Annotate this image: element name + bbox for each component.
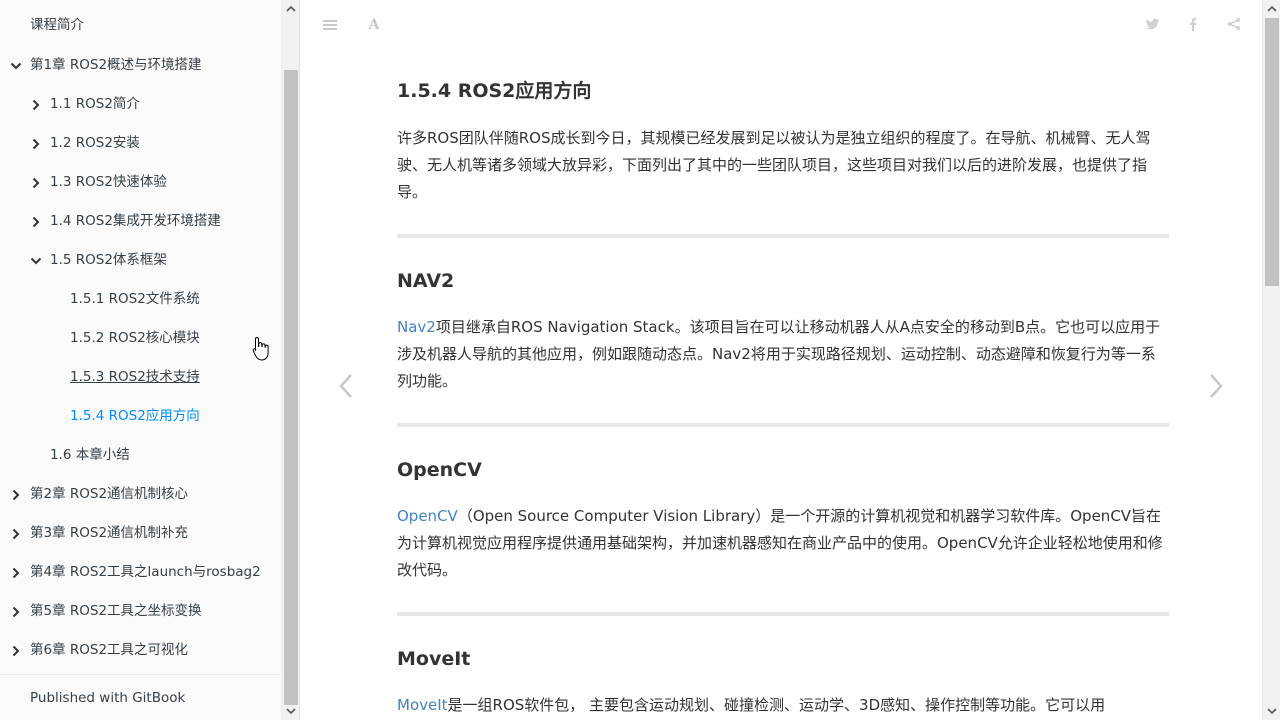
nav2-link[interactable]: Nav2 <box>397 318 436 336</box>
chevron-right-icon[interactable] <box>10 606 22 618</box>
chevron-right-icon[interactable] <box>10 489 22 501</box>
chevron-right-icon[interactable] <box>10 528 22 540</box>
sidebar-item[interactable]: 1.4 ROS2集成开发环境搭建 <box>0 202 281 241</box>
sidebar-item[interactable]: 1.2 ROS2安装 <box>0 124 281 163</box>
chevron-right-icon[interactable] <box>10 567 22 579</box>
section-divider <box>397 234 1169 238</box>
section-heading-opencv: OpenCV <box>397 459 482 481</box>
sidebar-scrollbar[interactable] <box>282 0 300 720</box>
sidebar-item-label: 1.6 本章小结 <box>50 447 130 463</box>
scroll-up-arrow-icon[interactable] <box>286 4 296 14</box>
main-content: A 1.5.4 ROS2应用方向 许多ROS团队伴随ROS成长到今日，其规模已经… <box>300 0 1262 720</box>
sidebar-item-label: 1.1 ROS2简介 <box>50 96 140 112</box>
scroll-down-arrow-icon[interactable] <box>286 706 296 716</box>
previous-page-chevron-icon[interactable] <box>336 372 356 400</box>
moveit-paragraph: MoveIt是一组ROS软件包， 主要包含运动规划、碰撞检测、运动学、3D感知、… <box>397 692 1169 719</box>
sidebar-item-label: 1.5.4 ROS2应用方向 <box>70 408 200 424</box>
table-of-contents: 课程简介第1章 ROS2概述与环境搭建 1.1 ROS2简介 1.2 ROS2安装 1… <box>0 0 281 670</box>
sidebar-item[interactable]: 1.5.2 ROS2核心模块 <box>0 319 281 358</box>
sidebar-item[interactable]: 1.5.3 ROS2技术支持 <box>0 358 281 397</box>
sidebar-item-label: 第4章 ROS2工具之launch与rosbag2 <box>30 564 261 580</box>
section-divider <box>397 423 1169 427</box>
hand-cursor-icon <box>252 336 269 361</box>
chevron-right-icon[interactable] <box>30 177 42 189</box>
page-title: 1.5.4 ROS2应用方向 <box>397 80 592 102</box>
section-heading-nav2: NAV2 <box>397 270 455 292</box>
sidebar-item-label: 第1章 ROS2概述与环境搭建 <box>30 57 202 73</box>
sidebar-item[interactable]: 1.6 本章小结 <box>0 436 281 475</box>
sidebar-item[interactable]: 第6章 ROS2工具之可视化 <box>0 631 281 670</box>
nav2-paragraph: Nav2项目继承自ROS Navigation Stack。该项目旨在可以让移动… <box>397 314 1169 395</box>
moveit-link[interactable]: MoveIt <box>397 696 448 714</box>
sidebar-item[interactable]: 课程简介 <box>0 0 281 46</box>
scroll-up-arrow-icon[interactable] <box>1267 4 1277 14</box>
sidebar-item-label: 1.5.2 ROS2核心模块 <box>70 330 200 346</box>
sidebar: 课程简介第1章 ROS2概述与环境搭建 1.1 ROS2简介 1.2 ROS2安装 1… <box>0 0 282 720</box>
sidebar-item[interactable]: 1.5.4 ROS2应用方向 <box>0 397 281 436</box>
next-page-chevron-icon[interactable] <box>1206 372 1226 400</box>
sidebar-item[interactable]: 第1章 ROS2概述与环境搭建 <box>0 46 281 85</box>
opencv-paragraph: OpenCV（Open Source Computer Vision Libra… <box>397 503 1169 584</box>
chevron-down-icon[interactable] <box>30 255 42 267</box>
book-header: A <box>300 0 1262 50</box>
sidebar-item-label: 1.2 ROS2安装 <box>50 135 140 151</box>
sidebar-item[interactable]: 1.5.1 ROS2文件系统 <box>0 280 281 319</box>
sidebar-item[interactable]: 第2章 ROS2通信机制核心 <box>0 475 281 514</box>
intro-paragraph: 许多ROS团队伴随ROS成长到今日，其规模已经发展到足以被认为是独立组织的程度了… <box>397 129 1151 201</box>
sidebar-item[interactable]: 第5章 ROS2工具之坐标变换 <box>0 592 281 631</box>
content-scrollbar[interactable] <box>1262 0 1280 720</box>
section-divider <box>397 612 1169 616</box>
opencv-link[interactable]: OpenCV <box>397 507 458 525</box>
chevron-right-icon[interactable] <box>30 216 42 228</box>
sidebar-item-label: 第5章 ROS2工具之坐标变换 <box>30 603 202 619</box>
chevron-right-icon[interactable] <box>10 645 22 657</box>
sidebar-item[interactable]: 1.5 ROS2体系框架 <box>0 241 281 280</box>
sidebar-item[interactable]: 1.3 ROS2快速体验 <box>0 163 281 202</box>
sidebar-item-label: 1.5.1 ROS2文件系统 <box>70 291 200 307</box>
sidebar-scroll-thumb[interactable] <box>284 70 298 705</box>
sidebar-item[interactable]: 第4章 ROS2工具之launch与rosbag2 <box>0 553 281 592</box>
twitter-icon[interactable] <box>1145 17 1161 33</box>
opencv-text: （Open Source Computer Vision Library）是一个… <box>397 507 1163 579</box>
sidebar-item-label: 第6章 ROS2工具之可视化 <box>30 642 189 658</box>
sidebar-item-label: 第3章 ROS2通信机制补充 <box>30 525 189 541</box>
gitbook-footer-link[interactable]: Published with GitBook <box>0 674 281 720</box>
section-heading-moveit: MoveIt <box>397 648 471 670</box>
content-scroll-thumb[interactable] <box>1265 18 1279 286</box>
font-settings-icon[interactable]: A <box>366 17 382 33</box>
scroll-down-arrow-icon[interactable] <box>1267 706 1277 716</box>
sidebar-item-label: 1.5 ROS2体系框架 <box>50 252 167 268</box>
menu-icon[interactable] <box>322 17 338 33</box>
sidebar-item-label: 1.5.3 ROS2技术支持 <box>70 369 200 385</box>
sidebar-item-label: 课程简介 <box>30 17 84 33</box>
nav2-text: 项目继承自ROS Navigation Stack。该项目旨在可以让移动机器人从… <box>397 318 1161 390</box>
chevron-down-icon[interactable] <box>10 60 22 72</box>
share-icon[interactable] <box>1226 17 1242 33</box>
sidebar-item[interactable]: 1.1 ROS2简介 <box>0 85 281 124</box>
sidebar-item-label: 第2章 ROS2通信机制核心 <box>30 486 189 502</box>
moveit-text: 是一组ROS软件包， 主要包含运动规划、碰撞检测、运动学、3D感知、操作控制等功… <box>447 696 1106 714</box>
sidebar-item-label: 1.3 ROS2快速体验 <box>50 174 167 190</box>
sidebar-item[interactable]: 第3章 ROS2通信机制补充 <box>0 514 281 553</box>
sidebar-item-label: 1.4 ROS2集成开发环境搭建 <box>50 213 221 229</box>
chevron-right-icon[interactable] <box>30 138 42 150</box>
chevron-right-icon[interactable] <box>30 99 42 111</box>
facebook-icon[interactable] <box>1185 17 1201 33</box>
article-body: 1.5.4 ROS2应用方向 许多ROS团队伴随ROS成长到今日，其规模已经发展… <box>397 66 1169 719</box>
